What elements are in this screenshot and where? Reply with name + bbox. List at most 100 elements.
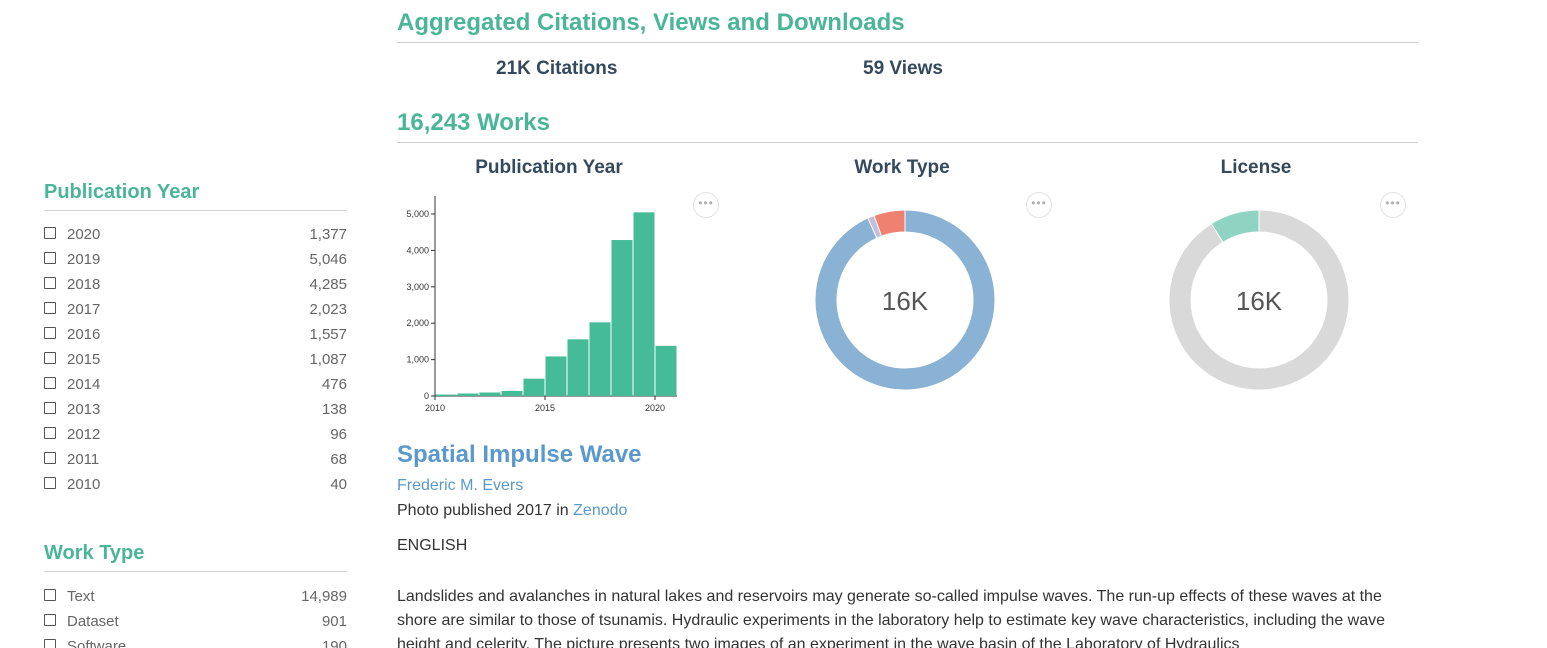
- facet-item-2012[interactable]: 2012 96: [44, 422, 347, 447]
- facet-label: 2020: [67, 226, 101, 243]
- facet-item-2016[interactable]: 2016 1,557: [44, 322, 347, 347]
- facet-checkbox[interactable]: [44, 401, 56, 414]
- facet-count: 1,377: [309, 226, 347, 243]
- facet-list-work-type: Text 14,989 Dataset 901 Software 190: [44, 584, 347, 648]
- y-tick-label: 1,000: [406, 355, 429, 365]
- publication-year-bar-chart: 0 1,000 2,000 3,000 4,000 5,000 2010 2015 2020: [406, 196, 677, 413]
- facet-count: 40: [330, 476, 347, 493]
- facet-checkbox[interactable]: [44, 426, 56, 439]
- facet-list-publication-year: 2020 1,377 2019 5,046 2018 4,285 2017 2,023 2016…: [44, 222, 347, 497]
- facet-item-2011[interactable]: 2011 68: [44, 447, 347, 472]
- bar-2016[interactable]: [567, 339, 589, 396]
- facet-label: 2012: [67, 426, 101, 443]
- facet-item-2018[interactable]: 2018 4,285: [44, 272, 347, 297]
- facet-title-work-type: Work Type: [44, 542, 347, 572]
- facet-label: 2019: [67, 251, 101, 268]
- facet-checkbox[interactable]: [44, 638, 56, 648]
- facet-checkbox[interactable]: [44, 476, 56, 489]
- license-donut-chart: 16K: [1168, 209, 1350, 391]
- facet-label: 2011: [67, 451, 100, 468]
- chart-title-publication-year: Publication Year: [475, 157, 623, 178]
- bar-2014[interactable]: [523, 378, 545, 396]
- facet-checkbox[interactable]: [44, 276, 56, 289]
- bar-2013[interactable]: [501, 390, 523, 396]
- facet-checkbox[interactable]: [44, 376, 56, 389]
- page: Publication Year 2020 1,377 2019 5,046 2018 4…: [0, 0, 1547, 648]
- donut-center-label: 16K: [882, 286, 929, 316]
- facet-item-text[interactable]: Text 14,989: [44, 584, 347, 609]
- facet-item-2017[interactable]: 2017 2,023: [44, 297, 347, 322]
- facet-label: 2010: [67, 476, 101, 493]
- bar-2015[interactable]: [545, 356, 567, 396]
- chart-menu-button-license[interactable]: •••: [1380, 192, 1406, 218]
- y-tick-label: 5,000: [406, 209, 429, 219]
- facet-count: 901: [321, 613, 347, 630]
- facet-checkbox[interactable]: [44, 326, 56, 339]
- facet-label: 2014: [67, 376, 101, 393]
- facet-count: 138: [321, 401, 347, 418]
- facet-label: 2016: [67, 326, 101, 343]
- x-tick-label: 2010: [425, 403, 445, 413]
- facet-item-dataset[interactable]: Dataset 901: [44, 609, 347, 634]
- y-tick-label: 3,000: [406, 282, 429, 292]
- facet-checkbox[interactable]: [44, 301, 56, 314]
- facet-label: Text: [67, 588, 95, 605]
- work-publication-info: Photo published 2017 in Zenodo: [397, 502, 627, 520]
- facet-label: 2017: [67, 301, 101, 318]
- chart-title-license: License: [1220, 157, 1292, 178]
- facet-label: Dataset: [67, 613, 119, 630]
- chart-menu-button-work-type[interactable]: •••: [1026, 192, 1052, 218]
- facet-checkbox[interactable]: [44, 351, 56, 364]
- facet-item-2014[interactable]: 2014 476: [44, 372, 347, 397]
- citations-metric: 21K Citations: [496, 58, 618, 79]
- work-repository-link[interactable]: Zenodo: [573, 502, 627, 519]
- facet-count: 5,046: [309, 251, 347, 268]
- work-author-link[interactable]: Frederic M. Evers: [397, 477, 523, 495]
- chart-title-work-type: Work Type: [854, 157, 950, 178]
- facet-item-2015[interactable]: 2015 1,087: [44, 347, 347, 372]
- views-metric: 59 Views: [863, 58, 943, 79]
- y-tick-label: 0: [424, 391, 429, 401]
- facet-item-software[interactable]: Software 190: [44, 634, 347, 648]
- work-type-donut-chart: 16K: [814, 209, 996, 391]
- facet-item-2013[interactable]: 2013 138: [44, 397, 347, 422]
- facet-item-2020[interactable]: 2020 1,377: [44, 222, 347, 247]
- facet-checkbox[interactable]: [44, 451, 56, 464]
- facet-label: 2018: [67, 276, 101, 293]
- facet-count: 14,989: [301, 588, 347, 605]
- facet-checkbox[interactable]: [44, 251, 56, 264]
- facet-checkbox[interactable]: [44, 613, 56, 626]
- work-title-link[interactable]: Spatial Impulse Wave: [397, 441, 642, 469]
- facet-count: 1,087: [309, 351, 347, 368]
- bar-2018[interactable]: [611, 240, 633, 396]
- facet-count: 1,557: [309, 326, 347, 343]
- facet-count: 476: [321, 376, 347, 393]
- facet-label: Software: [67, 638, 127, 648]
- bar-2011[interactable]: [457, 393, 479, 396]
- work-description: Landslides and avalanches in natural lak…: [397, 588, 1386, 648]
- bar-2010[interactable]: [435, 394, 457, 396]
- facet-checkbox[interactable]: [44, 588, 56, 601]
- facet-label: 2013: [67, 401, 101, 418]
- facet-item-2010[interactable]: 2010 40: [44, 472, 347, 497]
- facet-count: 190: [321, 638, 347, 648]
- y-tick-label: 2,000: [406, 318, 429, 328]
- bar-2017[interactable]: [589, 322, 611, 396]
- facet-label: 2015: [67, 351, 101, 368]
- bar-2020[interactable]: [655, 345, 677, 396]
- facet-checkbox[interactable]: [44, 226, 56, 239]
- x-tick-label: 2015: [535, 403, 555, 413]
- facet-count: 96: [330, 426, 347, 443]
- chart-menu-button-publication-year[interactable]: •••: [693, 192, 719, 218]
- x-tick-label: 2020: [645, 403, 665, 413]
- facet-title-publication-year: Publication Year: [44, 181, 347, 211]
- bar-2012[interactable]: [479, 392, 501, 396]
- aggregated-section-title: Aggregated Citations, Views and Download…: [397, 9, 1418, 43]
- bar-2019[interactable]: [633, 212, 655, 396]
- work-language: ENGLISH: [397, 537, 468, 554]
- facet-count: 68: [330, 451, 347, 468]
- facet-count: 2,023: [309, 301, 347, 318]
- facet-item-2019[interactable]: 2019 5,046: [44, 247, 347, 272]
- works-section-title: 16,243 Works: [397, 109, 1418, 143]
- work-publication-prefix: Photo published 2017 in: [397, 502, 574, 519]
